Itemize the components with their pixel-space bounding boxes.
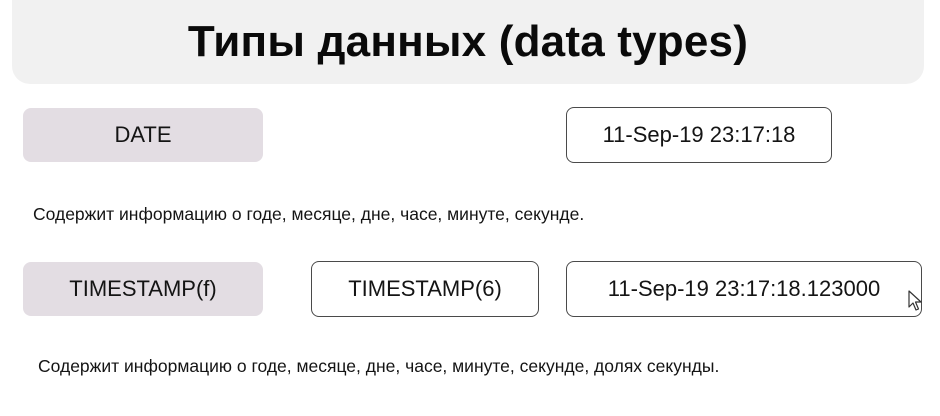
timestamp-description: Содержит информацию о годе, месяце, дне,… [38,356,720,376]
mouse-pointer-icon [908,290,922,311]
date-description: Содержит информацию о годе, месяце, дне,… [33,204,585,224]
page-title: Типы данных (data types) [187,17,749,66]
date-type-label: DATE [23,108,263,162]
timestamp-example-type: TIMESTAMP(6) [311,261,539,317]
timestamp-type-label: TIMESTAMP(f) [23,262,263,316]
timestamp-example-value: 11-Sep-19 23:17:18.123000 [566,261,922,317]
date-example-value: 11-Sep-19 23:17:18 [566,107,832,163]
title-banner: Типы данных (data types) [12,0,924,84]
